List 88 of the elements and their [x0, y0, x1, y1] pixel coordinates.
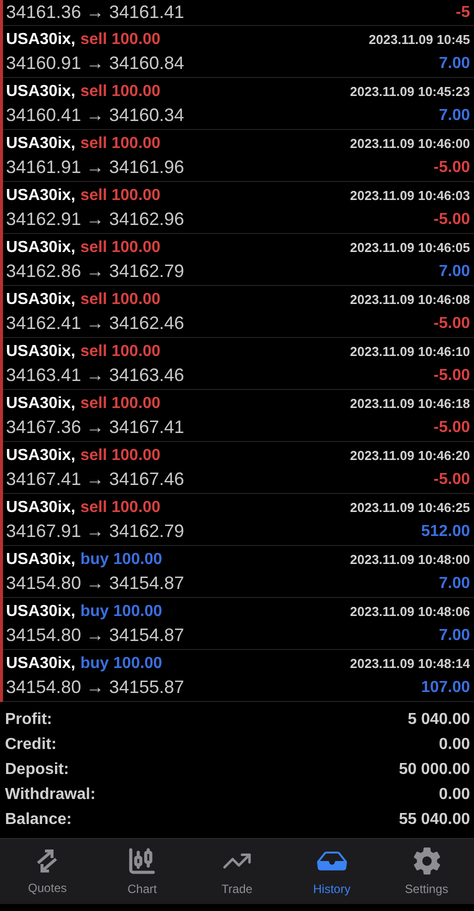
symbol-label: USA30ix, [6, 186, 76, 206]
profit-amount: 7.00 [438, 262, 470, 282]
symbol-label: USA30ix, [6, 82, 76, 102]
tab-button[interactable]: Quotes [0, 846, 95, 896]
price-range: 34160.91 → 34160.84 [6, 52, 184, 75]
symbol-label: USA30ix, [6, 30, 76, 50]
trade-time: 2023.11.09 10:46:18 [350, 394, 470, 413]
trade-volume: sell 100.00 [80, 446, 160, 466]
trade-volume: buy 100.00 [80, 602, 162, 622]
trade-time: 2023.11.09 10:48:06 [350, 602, 470, 621]
trade-time: 2023.11.09 10:46:10 [350, 342, 470, 361]
trade-time: 2023.11.09 10:46:03 [350, 186, 470, 205]
profit-amount: -5.00 [434, 158, 470, 178]
summary-label: Balance: [5, 810, 72, 830]
profit-amount: 7.00 [438, 574, 470, 594]
trade-time: 2023.11.09 10:45 [368, 30, 470, 49]
price-range: 34163.41 → 34163.46 [6, 364, 184, 387]
trade-row[interactable]: USA30ix, buy 100.00 2023.11.09 10:48:14 34154.80 → 34155.87 107.00 [3, 650, 474, 702]
summary-value: 55 040.00 [398, 810, 470, 830]
tab-button[interactable]: Settings [379, 846, 474, 898]
trade-time: 2023.11.09 10:48:00 [350, 550, 470, 569]
trade-volume: buy 100.00 [80, 550, 162, 570]
symbol-label: USA30ix, [6, 134, 76, 154]
trade-volume: sell 100.00 [80, 238, 160, 258]
tab-button[interactable]: History [284, 846, 380, 898]
summary-label: Deposit: [5, 760, 69, 780]
symbol-label: USA30ix, [6, 602, 76, 622]
summary-label: Profit: [5, 710, 52, 730]
summary-value: 0.00 [438, 785, 470, 805]
tab-button[interactable]: Trade [190, 846, 284, 898]
trade-row[interactable]: USA30ix, sell 100.00 2023.11.09 10:45:23 34160.41 → 34160.34 7.00 [3, 78, 474, 130]
symbol-label: USA30ix, [6, 342, 76, 362]
symbol-label: USA30ix, [6, 550, 76, 570]
trade-volume: sell 100.00 [80, 290, 160, 310]
profit-amount: 7.00 [438, 54, 470, 74]
profit-amount: -5.00 [434, 418, 470, 438]
trade-volume: buy 100.00 [80, 654, 162, 674]
profit-amount: -5 [456, 2, 470, 22]
trade-volume: sell 100.00 [80, 82, 160, 102]
candlestick-icon [127, 846, 158, 876]
price-range: 34162.86 → 34162.79 [6, 260, 184, 283]
profit-amount: 512.00 [421, 522, 470, 542]
price-range: 34162.91 → 34162.96 [6, 208, 184, 231]
profit-amount: -5.00 [434, 470, 470, 490]
tab-button[interactable]: Chart [94, 846, 190, 898]
summary-value: 50 000.00 [398, 760, 470, 780]
price-range: 34167.41 → 34167.46 [6, 468, 184, 491]
trade-time: 2023.11.09 10:46:25 [350, 498, 470, 517]
trade-time: 2023.11.09 10:46:20 [350, 446, 470, 465]
symbol-label: USA30ix, [6, 446, 76, 466]
trade-volume: sell 100.00 [80, 394, 160, 414]
symbol-label: USA30ix, [6, 654, 76, 674]
trade-volume: sell 100.00 [80, 134, 160, 154]
symbol-label: USA30ix, [6, 238, 76, 258]
trade-time: 2023.11.09 10:46:05 [350, 238, 470, 257]
summary-label: Credit: [5, 735, 57, 755]
summary-value: 0.00 [438, 735, 470, 755]
trade-volume: sell 100.00 [80, 30, 160, 50]
price-range: 34154.80 → 34154.87 [6, 572, 184, 595]
settings-icon [412, 846, 442, 876]
symbol-label: USA30ix, [6, 498, 76, 518]
price-range: 34162.41 → 34162.46 [6, 312, 184, 335]
price-range: 34160.41 → 34160.34 [6, 104, 184, 127]
profit-amount: -5.00 [434, 210, 470, 230]
trade-volume: sell 100.00 [80, 186, 160, 206]
trade-time: 2023.11.09 10:46:08 [350, 290, 470, 309]
profit-amount: 7.00 [438, 106, 470, 126]
trade-row[interactable]: USA30ix, sell 100.00 2023.11.09 10:45 34160.91 → 34160.84 7.00 [3, 26, 474, 78]
trade-time: 2023.11.09 10:45:23 [350, 82, 470, 101]
symbol-label: USA30ix, [6, 290, 76, 310]
price-range: 34161.91 → 34161.96 [6, 156, 184, 179]
trade-volume: sell 100.00 [80, 342, 160, 362]
price-range: 34161.36 → 34161.41 [6, 1, 184, 24]
profit-amount: -5.00 [434, 314, 470, 334]
price-range: 34154.80 → 34155.87 [6, 676, 184, 699]
summary-value: 5 040.00 [408, 710, 470, 730]
trade-time: 2023.11.09 10:48:14 [350, 654, 470, 673]
symbol-label: USA30ix, [6, 394, 76, 414]
profit-amount: -5.00 [434, 366, 470, 386]
price-range: 34167.91 → 34162.79 [6, 520, 184, 543]
trade-volume: sell 100.00 [80, 498, 160, 518]
price-range: 34154.80 → 34154.87 [6, 624, 184, 647]
summary-label: Withdrawal: [5, 785, 96, 805]
trade-row[interactable]: USA30ix, sell 100.00 2023.11.09 10:46:05 34162.86 → 34162.79 7.00 [3, 234, 474, 286]
price-range: 34167.36 → 34167.41 [6, 416, 184, 439]
profit-amount: 107.00 [421, 678, 470, 698]
trade-time: 2023.11.09 10:46:00 [350, 134, 470, 153]
profit-amount: 7.00 [438, 626, 470, 646]
